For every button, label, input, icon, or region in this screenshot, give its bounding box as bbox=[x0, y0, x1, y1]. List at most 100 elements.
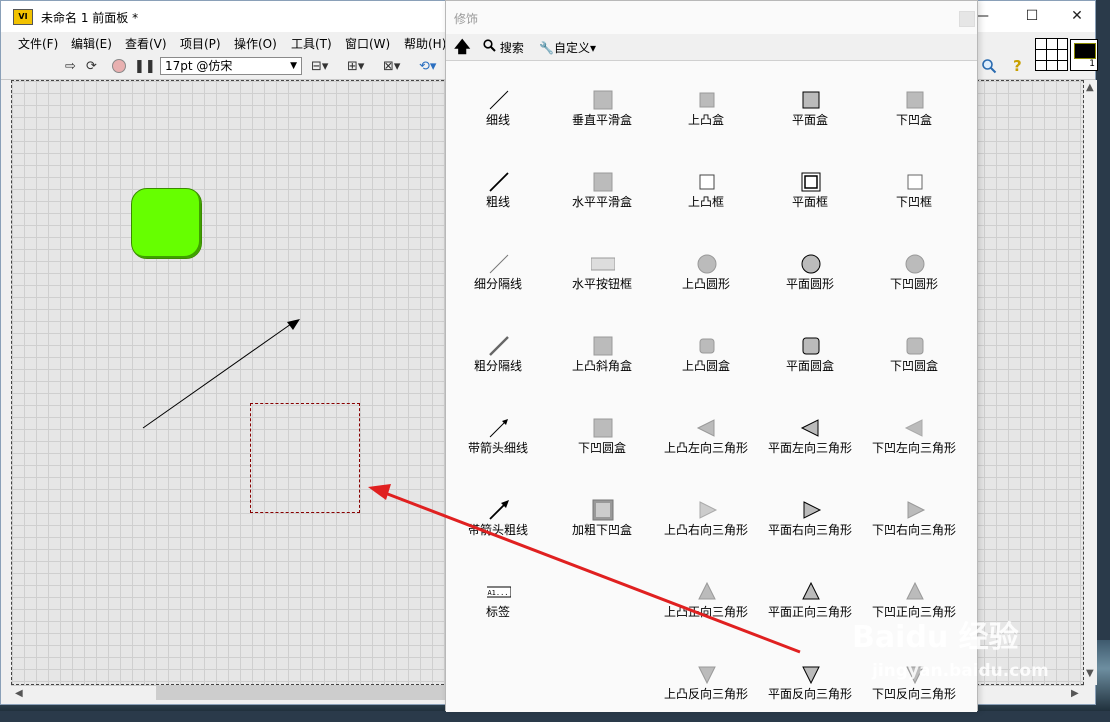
palette-item[interactable]: 平面正向三角形 bbox=[758, 558, 862, 640]
decoration-shape-icon bbox=[489, 90, 509, 110]
palette-item-label: 水平平滑盒 bbox=[571, 195, 632, 209]
decoration-shape-icon bbox=[697, 254, 717, 274]
decoration-shape-icon bbox=[904, 419, 923, 437]
palette-item-label: 平面框 bbox=[791, 195, 828, 209]
horizontal-scroll-thumb[interactable] bbox=[156, 686, 446, 700]
decoration-shape-icon bbox=[591, 257, 615, 271]
watermark-url: jingyan.baidu.com bbox=[872, 661, 1049, 681]
palette-item-label: 上凸圆盒 bbox=[681, 359, 730, 373]
decoration-shape-icon bbox=[802, 337, 820, 355]
decoration-shape-icon bbox=[696, 419, 715, 437]
close-button[interactable]: ✕ bbox=[1054, 1, 1100, 32]
decoration-shape-icon bbox=[489, 500, 509, 520]
decoration-shape-icon bbox=[907, 174, 923, 190]
palette-item[interactable]: 平面盒 bbox=[758, 66, 862, 148]
palette-item-label: 带箭头粗线 bbox=[467, 523, 528, 537]
decoration-shape-icon bbox=[802, 666, 820, 685]
maximize-button[interactable]: ☐ bbox=[1009, 1, 1055, 32]
palette-item[interactable]: 上凸反向三角形 bbox=[654, 640, 758, 722]
palette-item[interactable]: 上凸正向三角形 bbox=[654, 558, 758, 640]
palette-item[interactable]: 下凹左向三角形 bbox=[862, 394, 966, 476]
search-icon[interactable] bbox=[981, 58, 997, 75]
decoration-shape-icon bbox=[906, 91, 924, 109]
palette-item[interactable]: 下凹右向三角形 bbox=[862, 476, 966, 558]
palette-item-label: 平面右向三角形 bbox=[767, 523, 852, 537]
palette-item[interactable]: 下凹圆形 bbox=[862, 230, 966, 312]
decoration-shape-icon bbox=[593, 90, 613, 110]
palette-item-label: 下凹右向三角形 bbox=[871, 523, 956, 537]
decoration-shape-icon bbox=[593, 172, 613, 192]
canvas-arrow-line bbox=[142, 319, 300, 429]
palette-item[interactable]: 带箭头细线 bbox=[446, 394, 550, 476]
palette-item-label: 平面盒 bbox=[791, 113, 828, 127]
search-label: 搜索 bbox=[499, 41, 524, 55]
palette-item[interactable]: 粗分隔线 bbox=[446, 312, 550, 394]
context-help-icon[interactable]: ? bbox=[1013, 58, 1022, 75]
palette-item[interactable]: A1... 标签 bbox=[446, 558, 550, 640]
palette-item[interactable]: 垂直平滑盒 bbox=[550, 66, 654, 148]
scroll-left-icon[interactable]: ◀ bbox=[15, 688, 23, 699]
palette-item[interactable]: 水平按钮框 bbox=[550, 230, 654, 312]
palette-item[interactable]: 平面反向三角形 bbox=[758, 640, 862, 722]
up-arrow-icon[interactable]: 🡅 bbox=[454, 36, 470, 63]
decoration-shape-icon bbox=[905, 254, 925, 274]
palette-item[interactable]: 下凹圆盒 bbox=[550, 394, 654, 476]
decoration-shape-icon bbox=[489, 419, 508, 438]
vi-screen-icon bbox=[1074, 43, 1096, 59]
palette-item-label: 垂直平滑盒 bbox=[571, 113, 632, 127]
vertical-scrollbar[interactable]: ▲ ▼ bbox=[1084, 80, 1097, 685]
palette-item-label: 上凸框 bbox=[687, 195, 724, 209]
palette-item[interactable]: 细分隔线 bbox=[446, 230, 550, 312]
palette-customize-button[interactable]: 🔧自定义▾ bbox=[539, 39, 596, 56]
palette-item[interactable]: 平面圆盒 bbox=[758, 312, 862, 394]
decoration-shape-icon bbox=[489, 172, 509, 192]
palette-item[interactable]: 上凸圆形 bbox=[654, 230, 758, 312]
palette-item-label: 加粗下凹盒 bbox=[571, 523, 632, 537]
decoration-shape-icon bbox=[800, 419, 819, 437]
decorations-palette: 修饰 🡅 搜索 🔧自定义▾ 细线 垂直平滑盒 上凸盒 平面盒 下凹盒 粗线 水平平滑盒 上凸框… bbox=[445, 0, 978, 712]
palette-item[interactable]: 上凸斜角盒 bbox=[550, 312, 654, 394]
palette-item-label: 平面反向三角形 bbox=[767, 687, 852, 701]
palette-item[interactable]: 下凹盒 bbox=[862, 66, 966, 148]
palette-item[interactable]: 平面左向三角形 bbox=[758, 394, 862, 476]
palette-item[interactable]: 上凸框 bbox=[654, 148, 758, 230]
chevron-down-icon: ▾ bbox=[589, 41, 596, 55]
palette-item-label: 粗线 bbox=[485, 195, 510, 209]
palette-item-label: 标签 bbox=[485, 605, 510, 619]
palette-item[interactable]: 下凹框 bbox=[862, 148, 966, 230]
palette-item[interactable]: 粗线 bbox=[446, 148, 550, 230]
palette-item[interactable]: 细线 bbox=[446, 66, 550, 148]
palette-item[interactable]: 上凸盒 bbox=[654, 66, 758, 148]
palette-item[interactable]: 加粗下凹盒 bbox=[550, 476, 654, 558]
palette-close-button[interactable] bbox=[959, 11, 975, 27]
palette-item[interactable]: 平面右向三角形 bbox=[758, 476, 862, 558]
decoration-shape-icon bbox=[698, 581, 716, 600]
palette-item[interactable]: 水平平滑盒 bbox=[550, 148, 654, 230]
palette-item[interactable]: 上凸右向三角形 bbox=[654, 476, 758, 558]
palette-item[interactable]: 平面圆形 bbox=[758, 230, 862, 312]
palette-item-label: 平面圆盒 bbox=[785, 359, 834, 373]
scroll-down-icon[interactable]: ▼ bbox=[1086, 668, 1094, 679]
palette-item-label: 下凹圆形 bbox=[889, 277, 938, 291]
scroll-right-icon[interactable]: ▶ bbox=[1071, 688, 1079, 699]
vi-icon[interactable]: 1 bbox=[1070, 39, 1098, 71]
decoration-shape-icon bbox=[906, 581, 924, 600]
palette-item[interactable]: 上凸圆盒 bbox=[654, 312, 758, 394]
decoration-shape-icon bbox=[698, 666, 716, 685]
connector-pane-icon[interactable] bbox=[1035, 38, 1068, 71]
palette-item-label: 上凸盒 bbox=[687, 113, 724, 127]
palette-item-label: 下凹左向三角形 bbox=[871, 441, 956, 455]
palette-item-label: 下凹圆盒 bbox=[577, 441, 626, 455]
decoration-shape-icon bbox=[699, 174, 715, 190]
palette-item-label: 细分隔线 bbox=[473, 277, 522, 291]
decoration-shape-icon bbox=[907, 501, 926, 519]
decoration-shape-icon bbox=[489, 336, 509, 356]
palette-item[interactable]: 带箭头粗线 bbox=[446, 476, 550, 558]
decoration-shape-icon bbox=[592, 499, 614, 521]
palette-item[interactable]: 平面框 bbox=[758, 148, 862, 230]
palette-item[interactable]: 上凸左向三角形 bbox=[654, 394, 758, 476]
palette-item-label: 上凸正向三角形 bbox=[663, 605, 748, 619]
palette-search-button[interactable]: 搜索 bbox=[483, 39, 524, 56]
palette-item[interactable]: 下凹圆盒 bbox=[862, 312, 966, 394]
scroll-up-icon[interactable]: ▲ bbox=[1086, 82, 1094, 93]
